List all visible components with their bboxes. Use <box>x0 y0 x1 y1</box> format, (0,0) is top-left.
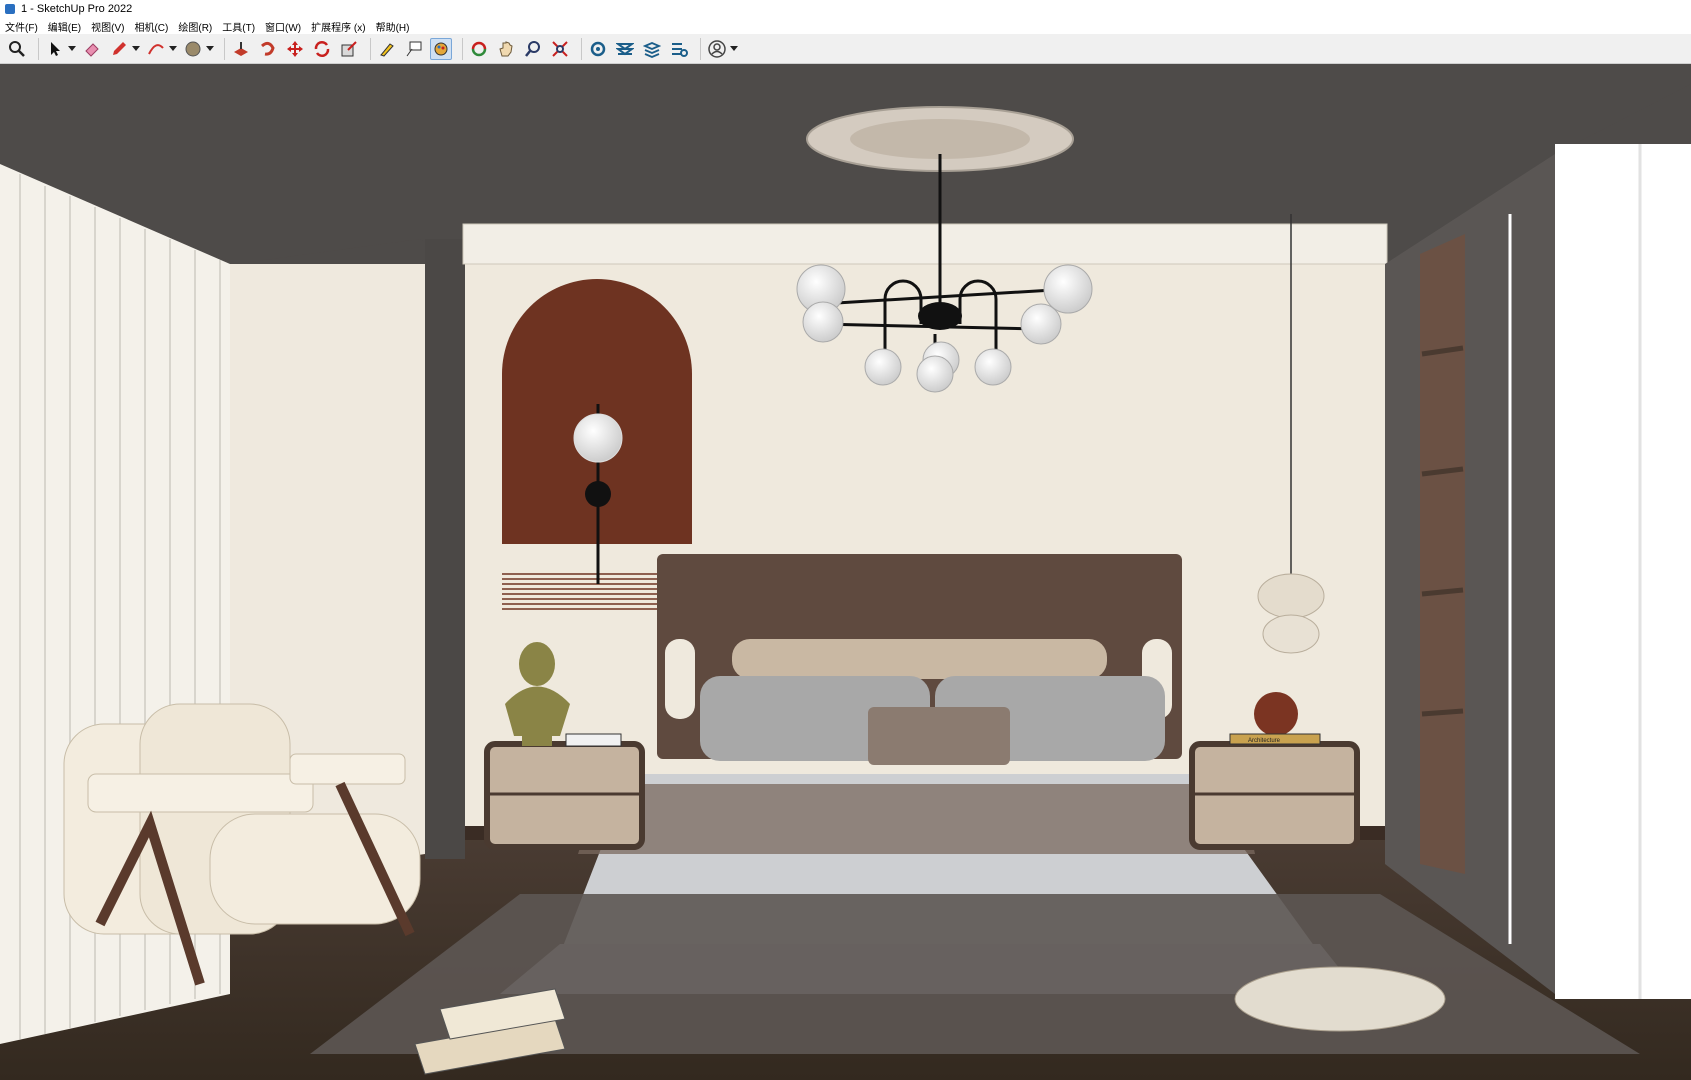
warehouse-button[interactable] <box>587 38 609 60</box>
toolbar-separator <box>38 37 39 60</box>
wall-pillar <box>425 239 465 859</box>
tape-measure-button[interactable] <box>376 38 398 60</box>
menu-camera[interactable]: 相机(C) <box>129 19 173 34</box>
pendant-shade-top <box>1257 573 1325 619</box>
menu-view[interactable]: 视图(V) <box>86 19 129 34</box>
push-pull-icon <box>234 41 248 56</box>
medallion-inner <box>850 119 1030 159</box>
menu-bar: 文件(F) 编辑(E) 视图(V) 相机(C) 绘图(R) 工具(T) 窗口(W… <box>0 18 1691 34</box>
layout-button[interactable] <box>641 38 663 60</box>
accent-cushion <box>868 707 1010 765</box>
select-dropdown[interactable] <box>68 38 76 60</box>
zoom-button[interactable] <box>6 38 28 60</box>
crown-molding <box>462 223 1388 265</box>
bust-base <box>522 734 552 746</box>
push-pull-button[interactable] <box>230 38 252 60</box>
follow-me-icon <box>261 41 275 56</box>
menu-help[interactable]: 帮助(H) <box>371 19 415 34</box>
scale-icon <box>341 40 357 56</box>
wall-lamp-globe <box>573 413 623 463</box>
warehouse-icon <box>590 41 606 56</box>
chandelier-hub <box>918 302 962 330</box>
menu-draw[interactable]: 绘图(R) <box>173 19 217 34</box>
right-window <box>1555 144 1691 999</box>
pan-icon <box>499 40 513 56</box>
paint-button[interactable] <box>430 37 452 60</box>
menu-window[interactable]: 窗口(W) <box>260 19 306 34</box>
pendant-shade-bottom <box>1262 614 1320 654</box>
wall-lamp-disc <box>585 481 611 507</box>
zoom-icon <box>9 40 25 57</box>
zoom-tool-button[interactable] <box>522 38 544 60</box>
book-right-label: Architecture <box>1248 738 1281 744</box>
paint-bucket-icon <box>185 41 201 56</box>
eraser-button[interactable] <box>81 38 103 60</box>
arc-button[interactable] <box>145 38 167 60</box>
move-icon <box>287 40 303 57</box>
arc-dropdown[interactable] <box>169 38 177 60</box>
toolbar-separator <box>370 37 371 60</box>
menu-file[interactable]: 文件(F) <box>0 19 43 34</box>
orbit-button[interactable] <box>468 38 490 60</box>
floor-cushion <box>1234 966 1446 1032</box>
title-bar: 1 - SketchUp Pro 2022 <box>0 0 1691 18</box>
toolbar-separator <box>224 37 225 60</box>
zoom-extents-icon <box>552 40 568 57</box>
pencil-button[interactable] <box>108 38 130 60</box>
zoom-tool-icon <box>525 40 540 57</box>
tape-measure-icon <box>380 42 394 57</box>
move-button[interactable] <box>284 38 306 60</box>
rotate-icon <box>314 40 330 57</box>
book-stack-left <box>565 733 622 747</box>
extension-warehouse-icon <box>616 42 634 55</box>
chevron-down-icon <box>132 45 140 51</box>
toolbar-separator <box>581 37 582 60</box>
paint-dropdown[interactable] <box>206 38 214 60</box>
chevron-down-icon <box>169 45 177 51</box>
menu-extensions[interactable]: 扩展程序 (x) <box>306 19 370 34</box>
chevron-down-icon <box>206 45 214 51</box>
eraser-icon <box>85 42 99 57</box>
account-dropdown[interactable] <box>730 38 738 60</box>
text-button[interactable] <box>403 38 425 60</box>
headboard-cutout-left <box>665 639 695 719</box>
extension-manager-button[interactable] <box>668 38 690 60</box>
bed-throw <box>578 784 1255 854</box>
chevron-down-icon <box>730 45 738 51</box>
arc-icon <box>148 43 164 54</box>
layout-icon <box>643 41 661 58</box>
paint-bucket-button[interactable] <box>182 38 204 60</box>
extension-manager-icon <box>672 42 688 57</box>
menu-edit[interactable]: 编辑(E) <box>43 19 86 34</box>
bedroom-scene: Architecture <box>0 64 1691 1080</box>
toolbar-separator <box>700 37 701 60</box>
paint-icon <box>434 42 448 55</box>
vase <box>1254 692 1298 736</box>
scale-button[interactable] <box>338 38 360 60</box>
orbit-icon <box>471 41 487 56</box>
account-button[interactable] <box>706 38 728 60</box>
main-toolbar <box>0 34 1691 64</box>
right-wardrobe-wall <box>1385 154 1555 994</box>
headboard-rattan-panel <box>732 639 1107 679</box>
wardrobe-open-shelf <box>1420 234 1465 874</box>
window-title: 1 - SketchUp Pro 2022 <box>21 3 133 15</box>
extension-warehouse-button[interactable] <box>614 38 636 60</box>
select-button[interactable] <box>44 38 66 60</box>
text-icon <box>406 41 422 56</box>
toolbar-separator <box>462 37 463 60</box>
select-icon <box>51 41 60 56</box>
bust-head <box>519 642 555 686</box>
pan-button[interactable] <box>495 38 517 60</box>
account-icon <box>708 39 726 58</box>
rotate-button[interactable] <box>311 38 333 60</box>
pencil-icon <box>113 41 126 55</box>
follow-me-button[interactable] <box>257 38 279 60</box>
chevron-down-icon <box>68 45 76 51</box>
modeling-viewport[interactable]: 场景 <box>0 64 1691 1080</box>
pencil-dropdown[interactable] <box>132 38 140 60</box>
sketchup-app-icon <box>5 4 15 14</box>
zoom-extents-button[interactable] <box>549 38 571 60</box>
menu-tools[interactable]: 工具(T) <box>217 19 260 34</box>
